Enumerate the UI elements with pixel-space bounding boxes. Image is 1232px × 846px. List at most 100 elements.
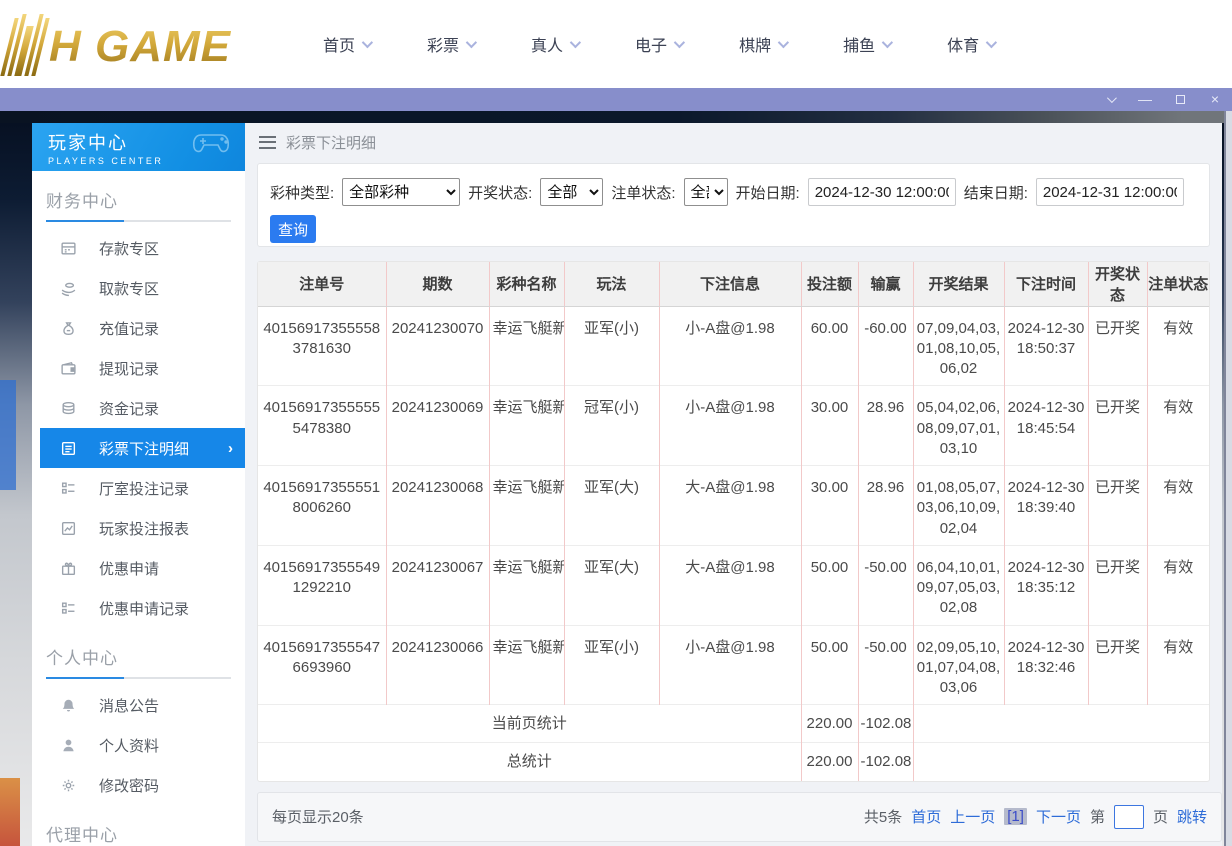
table-row: 40156917355558378163020241230070幸运飞艇新亚军(… [258,306,1209,386]
sidebar-item-label: 资金记录 [99,398,159,419]
jump-button[interactable]: 跳转 [1177,806,1207,827]
funds-record-icon [60,400,77,417]
lottery-bet-detail-icon [60,440,77,457]
sidebar-header: 玩家中心 PLAYERS CENTER [32,123,245,171]
table-cell: -60.00 [858,306,913,386]
prev-page-link[interactable]: 上一页 [950,806,995,827]
sidebar-item-hall-bet-record[interactable]: 厅室投注记录 [32,468,245,508]
sidebar-item-promo-apply[interactable]: 优惠申请 [32,548,245,588]
sidebar-item-funds-record[interactable]: 资金记录 [32,388,245,428]
order-status-select[interactable]: 全部 [684,178,728,206]
table-cell: 02,09,05,10,01,07,04,08,03,06 [913,625,1004,705]
page-title: 彩票下注明细 [286,132,376,153]
table-cell: 2024-12-30 18:45:54 [1004,386,1088,466]
summary-row: 当前页统计220.00-102.08 [258,705,1209,743]
table-cell: 401569173555555478380 [258,386,386,466]
table-cell: 401569173555518006260 [258,466,386,546]
column-header: 注单号 [258,262,386,306]
nav-item[interactable]: 体育 [947,32,994,56]
summary-label: 当前页统计 [258,705,801,743]
table-cell: 已开奖 [1088,545,1147,625]
chevron-down-icon [466,37,477,48]
sidebar-item-withdraw[interactable]: 取款专区 [32,268,245,308]
table-cell: -50.00 [858,545,913,625]
table-cell: 401569173555583781630 [258,306,386,386]
nav-item[interactable]: 棋牌 [739,32,786,56]
start-date-input[interactable] [808,178,956,206]
table-cell: 28.96 [858,466,913,546]
backdrop-blue-fragment [0,380,16,490]
hall-bet-record-icon [60,480,77,497]
first-page-link[interactable]: 首页 [911,806,941,827]
nav-item-label: 彩票 [427,32,459,56]
backdrop-scrollbar-strip [1224,111,1232,846]
column-header: 开奖状态 [1088,262,1147,306]
nav-item-label: 电子 [635,32,667,56]
chevron-down-icon [986,37,997,48]
table-cell: 亚军(大) [564,466,659,546]
nav-item-label: 棋牌 [739,32,771,56]
logo-text: H GAME [49,18,231,76]
table-cell: 07,09,04,03,01,08,10,05,06,02 [913,306,1004,386]
column-header: 下注时间 [1004,262,1088,306]
hall-bet-record-icon [60,480,77,497]
chevron-down-icon [570,37,581,48]
next-page-link[interactable]: 下一页 [1036,806,1081,827]
table-row: 40156917355555547838020241230069幸运飞艇新冠军(… [258,386,1209,466]
nav-item[interactable]: 电子 [635,32,682,56]
table-cell: 小-A盘@1.98 [659,386,801,466]
funds-record-icon [60,400,77,417]
table-cell: 05,04,02,06,08,09,07,01,03,10 [913,386,1004,466]
nav-item[interactable]: 捕鱼 [843,32,890,56]
column-header: 彩种名称 [489,262,564,306]
promo-record-icon [60,600,77,617]
table-cell: 有效 [1147,625,1209,705]
page-number-input[interactable] [1114,805,1144,829]
summary-winloss-total: -102.08 [858,743,913,781]
close-icon[interactable]: × [1208,88,1222,111]
sidebar-item-lottery-bet-detail[interactable]: 彩票下注明细› [40,428,245,468]
current-page-badge[interactable]: [1] [1004,808,1027,825]
table-cell: 亚军(小) [564,306,659,386]
sidebar-item-withdrawal-record[interactable]: 提现记录 [32,348,245,388]
table-cell: 2024-12-30 18:39:40 [1004,466,1088,546]
withdraw-icon [60,280,77,297]
table-cell: 大-A盘@1.98 [659,545,801,625]
table-cell: 有效 [1147,466,1209,546]
sidebar-item-password[interactable]: 修改密码 [32,765,245,805]
sidebar-item-label: 优惠申请 [99,558,159,579]
end-date-label: 结束日期: [964,182,1028,203]
menu-icon[interactable] [259,136,276,149]
sidebar-item-deposit[interactable]: 存款专区 [32,228,245,268]
maximize-icon[interactable] [1173,88,1187,111]
table-cell: 06,04,10,01,09,07,05,03,02,08 [913,545,1004,625]
nav-item[interactable]: 首页 [323,32,370,56]
main-content: 彩票下注明细 彩种类型: 全部彩种 开奖状态: 全部 注单状态: 全部 开始日期… [245,123,1222,846]
sidebar-item-player-bet-report[interactable]: 玩家投注报表 [32,508,245,548]
sidebar-item-label: 充值记录 [99,318,159,339]
sidebar-item-recharge-record[interactable]: 充值记录 [32,308,245,348]
table-cell: 大-A盘@1.98 [659,466,801,546]
lottery-type-label: 彩种类型: [270,182,334,203]
nav-item[interactable]: 彩票 [427,32,474,56]
bets-table-panel: 注单号期数彩种名称玩法下注信息投注额输赢开奖结果下注时间开奖状态注单状态 401… [257,261,1210,782]
sidebar-item-message[interactable]: 消息公告 [32,685,245,725]
lottery-type-select[interactable]: 全部彩种 [342,178,460,206]
sidebar-item-promo-record[interactable]: 优惠申请记录 [32,588,245,628]
search-button[interactable]: 查询 [270,215,316,243]
withdrawal-record-icon [60,360,77,377]
end-date-input[interactable] [1036,178,1184,206]
nav-item-label: 捕鱼 [843,32,875,56]
draw-status-select[interactable]: 全部 [540,178,603,206]
start-date-label: 开始日期: [736,182,800,203]
titlebar-chevron-down-icon[interactable] [1103,88,1117,111]
promo-apply-icon [60,560,77,577]
profile-icon [60,737,77,754]
sidebar-item-profile[interactable]: 个人资料 [32,725,245,765]
table-cell: 20241230066 [386,625,489,705]
sidebar-item-label: 存款专区 [99,238,159,259]
table-cell: 已开奖 [1088,466,1147,546]
gamepad-icon [191,127,235,162]
minimize-icon[interactable]: — [1138,88,1152,111]
nav-item[interactable]: 真人 [531,32,578,56]
